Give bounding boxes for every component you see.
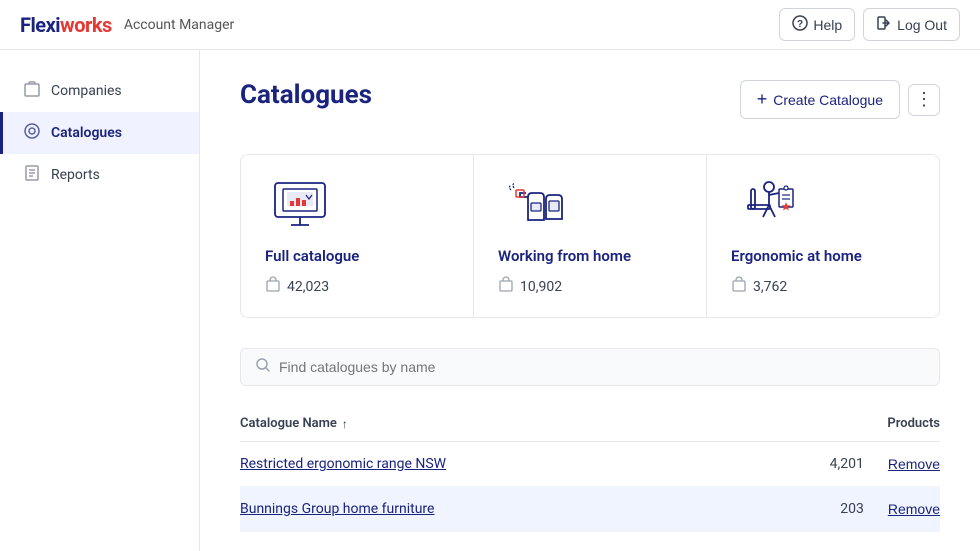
card-name-wfh: Working from home: [498, 247, 631, 265]
row-count-bunnings: 203: [814, 501, 864, 517]
more-options-button[interactable]: ⋮: [908, 84, 940, 116]
col-name-label: Catalogue Name: [240, 416, 337, 431]
products-icon-ergonomic: [731, 277, 747, 297]
more-icon: ⋮: [915, 89, 933, 110]
help-icon: ?: [792, 15, 808, 34]
catalogue-actions: + Create Catalogue ⋮: [740, 80, 940, 119]
sidebar-label-reports: Reports: [51, 167, 100, 183]
main-content: Catalogues + Create Catalogue ⋮: [200, 50, 980, 551]
search-icon: [255, 357, 271, 377]
search-bar: [240, 348, 940, 386]
catalogue-link-restricted[interactable]: Restricted ergonomic range NSW: [240, 456, 446, 472]
card-illustration-chair: [731, 175, 801, 235]
table-row-right-1: 4,201 Remove: [814, 456, 940, 472]
sidebar-item-companies[interactable]: Companies: [0, 70, 199, 112]
help-button[interactable]: ? Help: [779, 8, 855, 41]
sort-icon[interactable]: ↑: [342, 417, 348, 431]
help-label: Help: [813, 17, 842, 33]
table-col-name: Catalogue Name ↑: [240, 416, 348, 431]
create-catalogue-button[interactable]: + Create Catalogue: [740, 80, 900, 119]
table-col-products: Products: [887, 416, 940, 431]
card-name-ergonomic: Ergonomic at home: [731, 247, 862, 265]
logout-button[interactable]: Log Out: [863, 8, 960, 41]
remove-button-bunnings[interactable]: Remove: [888, 501, 940, 517]
products-icon-full: [265, 277, 281, 297]
card-count-wfh: 10,902: [498, 277, 562, 297]
table-row: Restricted ergonomic range NSW 4,201 Rem…: [240, 442, 940, 487]
catalogue-card-full[interactable]: Full catalogue 42,023: [241, 155, 474, 317]
catalogue-card-ergonomic[interactable]: Ergonomic at home 3,762: [707, 155, 939, 317]
header-left: Flexiworks Account Manager: [20, 13, 234, 37]
page-title: Catalogues: [240, 80, 372, 110]
logout-label: Log Out: [897, 17, 947, 33]
plus-icon: +: [757, 89, 768, 110]
sidebar-label-catalogues: Catalogues: [51, 125, 122, 141]
header-subtitle: Account Manager: [124, 17, 235, 33]
table-row: Bunnings Group home furniture 203 Remove: [240, 487, 940, 532]
sidebar-label-companies: Companies: [51, 83, 122, 99]
search-input[interactable]: [279, 359, 925, 375]
card-name-full: Full catalogue: [265, 247, 359, 265]
catalogue-card-wfh[interactable]: Working from home 10,902: [474, 155, 707, 317]
top-row: Catalogues + Create Catalogue ⋮: [240, 80, 940, 134]
row-count-restricted: 4,201: [814, 456, 864, 472]
logo: Flexiworks: [20, 13, 112, 37]
catalogue-link-bunnings[interactable]: Bunnings Group home furniture: [240, 501, 434, 517]
layout: Companies Catalogues Reports: [0, 50, 980, 551]
create-catalogue-label: Create Catalogue: [773, 92, 883, 108]
table-header: Catalogue Name ↑ Products: [240, 406, 940, 442]
card-count-ergonomic: 3,762: [731, 277, 787, 297]
logout-icon: [876, 15, 892, 34]
catalogues-icon: [23, 122, 41, 144]
reports-icon: [23, 164, 41, 186]
products-icon-wfh: [498, 277, 514, 297]
table-row-right-2: 203 Remove: [814, 501, 940, 517]
header-right: ? Help Log Out: [779, 8, 960, 41]
catalogue-cards: Full catalogue 42,023: [240, 154, 940, 318]
svg-text:?: ?: [797, 19, 803, 30]
remove-button-restricted[interactable]: Remove: [888, 456, 940, 472]
card-illustration-monitor: [265, 175, 335, 235]
sidebar-item-reports[interactable]: Reports: [0, 154, 199, 196]
companies-icon: [23, 80, 41, 102]
sidebar: Companies Catalogues Reports: [0, 50, 200, 551]
sidebar-item-catalogues[interactable]: Catalogues: [0, 112, 199, 154]
card-illustration-spray: [498, 175, 568, 235]
card-count-full: 42,023: [265, 277, 329, 297]
header: Flexiworks Account Manager ? Help Log Ou…: [0, 0, 980, 50]
